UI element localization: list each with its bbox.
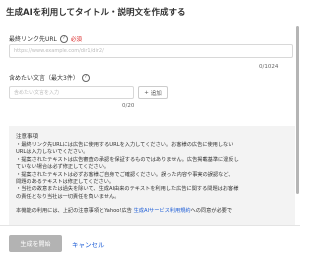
help-icon[interactable]: ?: [59, 34, 68, 43]
help-icon[interactable]: ?: [81, 73, 90, 82]
text-field-label-row: 含めたい文言（最大3件） ?: [9, 73, 90, 82]
scrollbar-thumb[interactable]: [295, 26, 299, 194]
url-field-label-row: 最終リンク先URL ? 必須: [9, 34, 82, 43]
scrollbar[interactable]: [295, 26, 299, 202]
text-char-counter: 0/20: [122, 103, 135, 109]
dialog-title: 生成AIを利用してタイトル・説明文を作成する: [6, 8, 186, 18]
cancel-button[interactable]: キャンセル: [72, 235, 105, 252]
text-field-label: 含めたい文言（最大3件）: [9, 75, 79, 82]
terms-prefix: 本機能の利用には、上記の注意事項とYahoo!広告: [16, 208, 134, 215]
add-text-label: 追加: [150, 90, 162, 97]
url-input[interactable]: https://www.example.com/dir1/dir2/: [9, 44, 293, 58]
notice-line: ・提案されたテキストは必ずお客様ご自身でご確認ください。誤った内容や事実の誤認な…: [16, 171, 234, 178]
plus-icon: +: [144, 89, 149, 96]
terms-link[interactable]: 生成AIサービス利用規約: [134, 208, 191, 214]
notice-title: 注意事項: [16, 134, 39, 140]
dialog-footer: 生成を開始 キャンセル: [0, 225, 300, 260]
url-field-label: 最終リンク先URL: [9, 36, 57, 43]
notice-line: ・当社の故意または過失を除いて、生成AI由来のテキストを利用した広告に関する問題…: [16, 186, 239, 193]
text-input-placeholder: 含めたい文言を入力: [14, 90, 60, 96]
notice-line: URLは入力しないでください。: [16, 149, 89, 156]
terms-suffix: への同意が必要で: [190, 208, 233, 215]
add-text-button[interactable]: + 追加: [138, 86, 168, 99]
text-input[interactable]: 含めたい文言を入力: [9, 86, 134, 99]
terms-consent-text: 本機能の利用には、上記の注意事項とYahoo!広告 生成AIサービス利用規約への…: [16, 208, 288, 215]
url-input-placeholder: https://www.example.com/dir1/dir2/: [14, 48, 104, 54]
url-char-counter: 0/1024: [259, 64, 279, 70]
dialog-body: 最終リンク先URL ? 必須 https://www.example.com/d…: [0, 22, 300, 225]
notice-box: 注意事項 ・最終リンク先URLには広告に使用するURLを入力してください。お客様…: [9, 126, 295, 225]
required-badge: 必須: [70, 36, 82, 43]
start-generation-button[interactable]: 生成を開始: [9, 235, 62, 252]
generate-ai-dialog: 生成AIを利用してタイトル・説明文を作成する 最終リンク先URL ? 必須 ht…: [0, 0, 300, 260]
notice-line: の責任となり当社は一切責任を負いません。: [16, 193, 120, 200]
notice-line: ていない場合は必ず修正してください。: [16, 164, 110, 171]
